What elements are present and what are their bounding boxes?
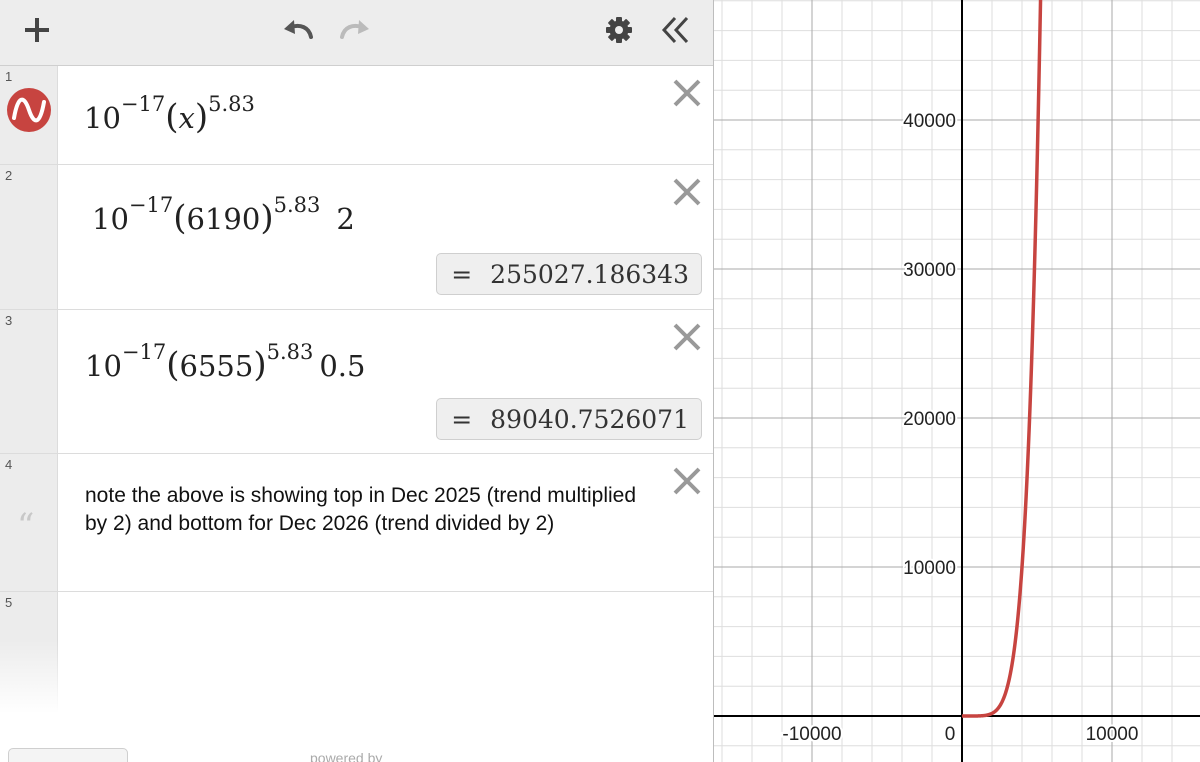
row-index: 5: [5, 595, 13, 610]
close-icon: [673, 467, 701, 495]
expression-row-2[interactable]: 2 10−17(6190)5.83 2 = 255027.186343: [0, 165, 713, 310]
delete-expression-button[interactable]: [670, 175, 704, 209]
expression-formula[interactable]: 10−17(x)5.83: [84, 94, 255, 135]
row-index: 3: [5, 313, 13, 328]
add-expression-button[interactable]: [12, 8, 62, 52]
close-icon: [673, 323, 701, 351]
redo-icon: [340, 20, 369, 39]
toolbar: [0, 0, 713, 66]
x-tick-label: 10000: [1086, 724, 1139, 745]
delete-expression-button[interactable]: [670, 76, 704, 110]
gear-icon: [606, 17, 632, 43]
graph-paper[interactable]: -10000 0 10000 10000 20000 30000 40000: [713, 0, 1200, 762]
expression-panel: 1 10−17(x)5.83 2 10−17(6190)5.83 2 = 255…: [0, 0, 713, 762]
delete-note-button[interactable]: [670, 464, 704, 498]
note-row-4[interactable]: 4 “ note the above is showing top in Dec…: [0, 454, 713, 592]
undo-icon: [284, 20, 313, 39]
powered-by-label: powered by: [310, 750, 383, 762]
close-icon: [673, 79, 701, 107]
expression-formula[interactable]: 10−17(6555)5.83 0.5: [85, 342, 365, 383]
expression-formula[interactable]: 10−17(6190)5.83 2: [92, 195, 355, 236]
y-tick-label: 20000: [903, 409, 956, 430]
row-index: 2: [5, 168, 13, 183]
row-gutter: 1: [0, 66, 58, 164]
plus-icon: [25, 18, 49, 42]
y-tick-label: 30000: [903, 260, 956, 281]
note-text[interactable]: note the above is showing top in Dec 202…: [85, 482, 655, 538]
row-index: 1: [5, 69, 13, 84]
expression-row-1[interactable]: 1 10−17(x)5.83: [0, 66, 713, 165]
y-tick-label: 10000: [903, 558, 956, 579]
row-gutter: 5: [0, 592, 58, 762]
graph-canvas[interactable]: -10000 0 10000 10000 20000 30000 40000: [714, 0, 1200, 762]
evaluation-result: = 89040.7526071: [436, 398, 702, 440]
y-tick-label: 40000: [903, 111, 956, 132]
expression-row-5[interactable]: 5: [0, 592, 713, 762]
expression-row-3[interactable]: 3 10−17(6555)5.83 0.5 = 89040.7526071: [0, 310, 713, 454]
x-tick-label: 0: [945, 724, 956, 745]
delete-expression-button[interactable]: [670, 320, 704, 354]
quote-icon: “: [17, 506, 35, 546]
row-index: 4: [5, 457, 13, 472]
collapse-panel-button[interactable]: [651, 8, 701, 52]
desmos-logo-icon[interactable]: [6, 87, 52, 133]
undo-button[interactable]: [273, 8, 323, 52]
settings-button[interactable]: [594, 8, 644, 52]
close-icon: [673, 178, 701, 206]
row-gutter: 2: [0, 165, 58, 309]
double-chevron-left-icon: [661, 16, 689, 44]
keypad-toggle-button[interactable]: [8, 748, 128, 762]
expression-list: 1 10−17(x)5.83 2 10−17(6190)5.83 2 = 255…: [0, 66, 713, 762]
row-gutter: 4 “: [0, 454, 58, 591]
evaluation-result: = 255027.186343: [436, 253, 702, 295]
row-gutter: 3: [0, 310, 58, 453]
x-tick-label: -10000: [782, 724, 841, 745]
redo-button[interactable]: [330, 8, 380, 52]
